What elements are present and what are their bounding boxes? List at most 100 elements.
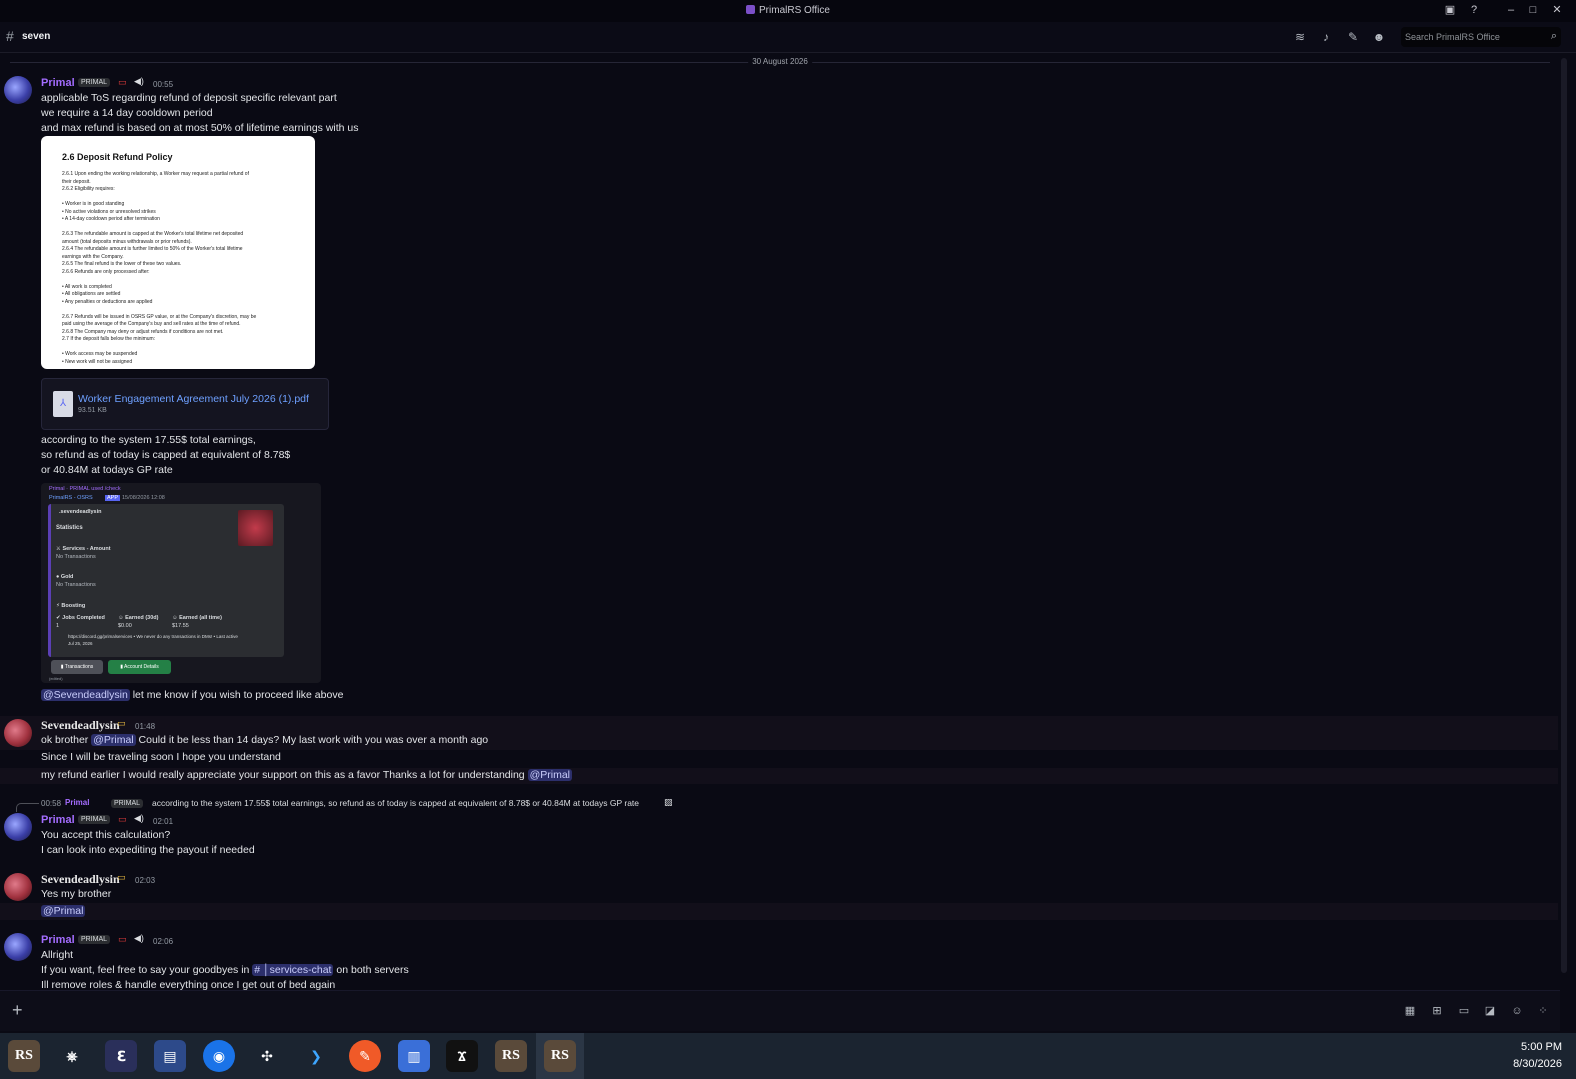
server-tag[interactable]: PRIMAL	[78, 78, 111, 87]
gif-icon[interactable]: ▭	[1457, 1004, 1471, 1018]
runescape-icon[interactable]: RS	[495, 1040, 527, 1072]
members-icon[interactable]: ☻	[1371, 29, 1387, 45]
author-name[interactable]: Sevendeadlysin	[41, 872, 120, 887]
close-icon[interactable]: ✕	[1551, 4, 1563, 16]
attachment-filename[interactable]: Worker Engagement Agreement July 2026 (1…	[78, 393, 309, 405]
server-tag[interactable]: PRIMAL	[78, 815, 111, 824]
channel-mention[interactable]: # │services-chat	[252, 964, 334, 976]
transactions-button[interactable]: ▮ Transactions	[51, 660, 103, 674]
file-attachment[interactable]: ⅄ Worker Engagement Agreement July 2026 …	[41, 378, 329, 430]
screen-icon: ▭	[117, 872, 126, 882]
maximize-icon[interactable]: □	[1527, 4, 1539, 16]
x-app-icon[interactable]: Ϫ	[446, 1040, 478, 1072]
user-mention[interactable]: @Primal	[527, 769, 572, 781]
emoji-icon[interactable]: ☺	[1510, 1004, 1524, 1018]
author-name[interactable]: Primal	[41, 77, 75, 89]
server-tag[interactable]: PRIMAL	[78, 935, 111, 944]
message-text-part: If you want, feel free to say your goodb…	[41, 964, 253, 976]
channel-hash-icon: #	[6, 28, 14, 44]
author-name[interactable]: Primal	[41, 814, 75, 826]
message-text-part: on both servers	[333, 964, 409, 976]
search-icon: ⌕	[1550, 30, 1557, 42]
embed-command-header: Primal · PRIMAL used /check	[49, 486, 121, 492]
account-details-button[interactable]: ▮ Account Details	[108, 660, 171, 674]
user-mention[interactable]: @Sevendeadlysin	[41, 689, 130, 701]
timestamp: 02:01	[153, 817, 174, 826]
slack-icon[interactable]: ✣	[251, 1040, 283, 1072]
message-text: we require a 14 day cooldown period	[41, 107, 213, 119]
policy-line: earnings with the Company.	[62, 253, 124, 260]
date-separator: 30 August 2026	[10, 57, 1550, 66]
runescape-icon[interactable]: RS	[544, 1040, 576, 1072]
policy-line: 2.6.4 The refundable amount is further l…	[62, 246, 243, 252]
embed-thumbnail	[238, 510, 273, 546]
pdf-file-icon: ⅄	[53, 391, 73, 417]
speaker-icon: ◀)	[134, 933, 144, 943]
user-mention[interactable]: @Primal	[91, 734, 136, 746]
policy-line: • Worker is in good standing	[62, 201, 125, 207]
gift-icon[interactable]: ⊞	[1430, 1004, 1444, 1018]
channel-header: # seven ≋ ♪ ✎ ☻ Search PrimalRS Office ⌕	[0, 22, 1576, 53]
search-input[interactable]: Search PrimalRS Office ⌕	[1401, 27, 1561, 47]
browser-icon[interactable]: ◉	[203, 1040, 235, 1072]
reply-preview[interactable]: according to the system 17.55$ total ear…	[152, 798, 639, 808]
embed-footer-date: Jul 25, 2026	[68, 641, 93, 646]
avatar[interactable]	[4, 933, 32, 961]
avatar[interactable]	[4, 76, 32, 104]
pin-icon[interactable]: ✎	[1345, 29, 1361, 45]
message-text: ok brother @Primal Could it be less than…	[41, 734, 488, 746]
embed-edited: (edited)	[49, 676, 63, 681]
embed-earned-all: ☺ Earned (all time)	[172, 615, 222, 621]
message-text: so refund as of today is capped at equiv…	[41, 449, 291, 461]
policy-image-attachment[interactable]: 2.6 Deposit Refund Policy 2.6.1 Upon end…	[41, 136, 315, 369]
screen-icon: ▭	[118, 77, 127, 87]
runescape-icon[interactable]: RS	[8, 1040, 40, 1072]
system-clock[interactable]: 5:00 PM 8/30/2026	[1513, 1039, 1562, 1073]
sticker-icon[interactable]: ◪	[1483, 1004, 1497, 1018]
user-mention[interactable]: @Primal	[41, 905, 86, 917]
minimize-icon[interactable]: –	[1505, 4, 1517, 16]
avatar[interactable]	[4, 719, 32, 747]
embed-user: .sevendeadlysin	[59, 509, 102, 515]
message-scrollbar[interactable]	[1561, 58, 1567, 973]
embed-gold: ● Gold	[56, 574, 74, 580]
inbox-icon[interactable]: ▣	[1444, 4, 1456, 16]
author-name[interactable]: Primal	[41, 934, 75, 946]
calendar-icon[interactable]: ▦	[1403, 1004, 1417, 1018]
help-icon[interactable]: ?	[1468, 4, 1480, 16]
embed-stats-title: Statistics	[56, 525, 83, 531]
postman-icon[interactable]: ✎	[349, 1040, 381, 1072]
bell-icon[interactable]: ♪	[1318, 29, 1334, 45]
app-icon	[746, 5, 756, 14]
embed-bot-time: 15/08/2026 12:08	[122, 495, 165, 501]
add-attachment-icon[interactable]: +	[12, 1000, 23, 1021]
message-text: Since I will be traveling soon I hope yo…	[41, 751, 281, 763]
apps-icon[interactable]: ⁘	[1536, 1004, 1550, 1018]
threads-icon[interactable]: ≋	[1292, 29, 1308, 45]
stats-screenshot-attachment[interactable]: Primal · PRIMAL used /check PrimalRS - O…	[41, 483, 321, 683]
reply-author[interactable]: Primal	[65, 798, 89, 807]
embed-footer: https://discord.gg/primalservices • We n…	[68, 634, 238, 639]
exodus-icon[interactable]: ℇ	[105, 1040, 137, 1072]
screen-icon: ▭	[118, 934, 127, 944]
policy-line: • All work is completed	[62, 283, 112, 290]
policy-line: • No active violations or unresolved str…	[62, 208, 156, 215]
speaker-icon: ◀)	[134, 813, 144, 823]
author-name[interactable]: Sevendeadlysin	[41, 718, 120, 733]
policy-line: • A 14-day cooldown period after termina…	[62, 216, 160, 222]
embed-earned-all-value: $17.55	[172, 623, 189, 629]
server-tag: PRIMAL	[111, 799, 144, 808]
vscode-icon[interactable]: ❯	[300, 1040, 332, 1072]
files-icon[interactable]: ▥	[398, 1040, 430, 1072]
message-text-part: ok brother	[41, 734, 92, 746]
clock-date: 8/30/2026	[1513, 1058, 1562, 1070]
screen-icon: ▭	[118, 814, 127, 824]
avatar[interactable]	[4, 813, 32, 841]
avatar[interactable]	[4, 873, 32, 901]
message-text-part: my refund earlier I would really appreci…	[41, 769, 528, 781]
message-text: If you want, feel free to say your goodb…	[41, 964, 409, 976]
message-composer[interactable]: + ▦ ⊞ ▭ ◪ ☺ ⁘	[0, 990, 1560, 1031]
chatgpt-icon[interactable]: ⎈	[56, 1040, 88, 1072]
remote-desktop-icon[interactable]: ▤	[154, 1040, 186, 1072]
policy-line: 2.6.7 Refunds will be issued in OSRS GP …	[62, 313, 257, 320]
